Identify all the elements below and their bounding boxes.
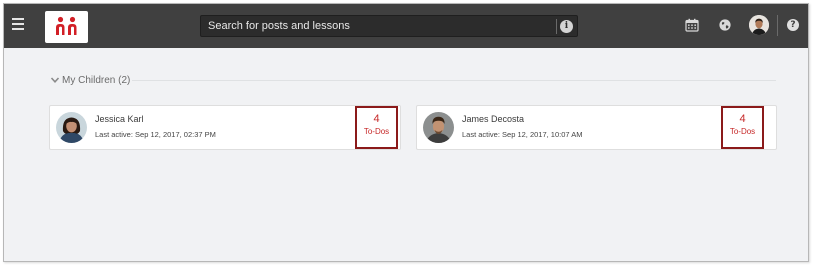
todo-badge[interactable]: 4 To-Dos (355, 106, 398, 149)
logo-mark-icon (56, 16, 77, 35)
child-name[interactable]: James Decosta (462, 114, 524, 124)
last-active-text: Last active: Sep 12, 2017, 10:07 AM (462, 130, 583, 139)
todo-label: To-Dos (363, 127, 390, 136)
app-window: Search for posts and lessons i ? My Chil… (3, 3, 809, 262)
todo-label: To-Dos (729, 127, 756, 136)
app-logo[interactable] (45, 11, 88, 43)
child-avatar-icon (423, 112, 454, 143)
child-name[interactable]: Jessica Karl (95, 114, 144, 124)
globe-icon[interactable] (718, 18, 732, 32)
avatar (423, 112, 454, 143)
top-navigation-bar: Search for posts and lessons i ? (4, 4, 808, 48)
todo-count: 4 (739, 113, 746, 125)
screenshot-frame: Search for posts and lessons i ? My Chil… (0, 0, 814, 267)
last-active-text: Last active: Sep 12, 2017, 02:37 PM (95, 130, 216, 139)
my-children-section-header[interactable]: My Children (2) (50, 74, 776, 88)
calendar-icon[interactable] (685, 18, 699, 32)
search-divider (556, 19, 557, 34)
child-card-james-decosta[interactable]: James Decosta Last active: Sep 12, 2017,… (416, 105, 777, 150)
section-title[interactable]: My Children (2) (62, 75, 130, 86)
menu-icon[interactable] (12, 18, 24, 30)
info-icon[interactable]: i (560, 20, 573, 33)
child-card-jessica-karl[interactable]: Jessica Karl Last active: Sep 12, 2017, … (49, 105, 401, 150)
chevron-down-icon[interactable] (50, 75, 60, 85)
user-avatar[interactable] (749, 15, 769, 35)
child-avatar-icon (56, 112, 87, 143)
section-divider (132, 80, 776, 81)
todo-badge[interactable]: 4 To-Dos (721, 106, 764, 149)
todo-count: 4 (373, 113, 380, 125)
avatar (56, 112, 87, 143)
search-input[interactable]: Search for posts and lessons (208, 20, 350, 32)
search-bar[interactable]: Search for posts and lessons i (200, 15, 578, 37)
user-avatar-icon (749, 15, 769, 35)
help-icon[interactable]: ? (787, 19, 799, 31)
toolbar-divider (777, 15, 778, 36)
